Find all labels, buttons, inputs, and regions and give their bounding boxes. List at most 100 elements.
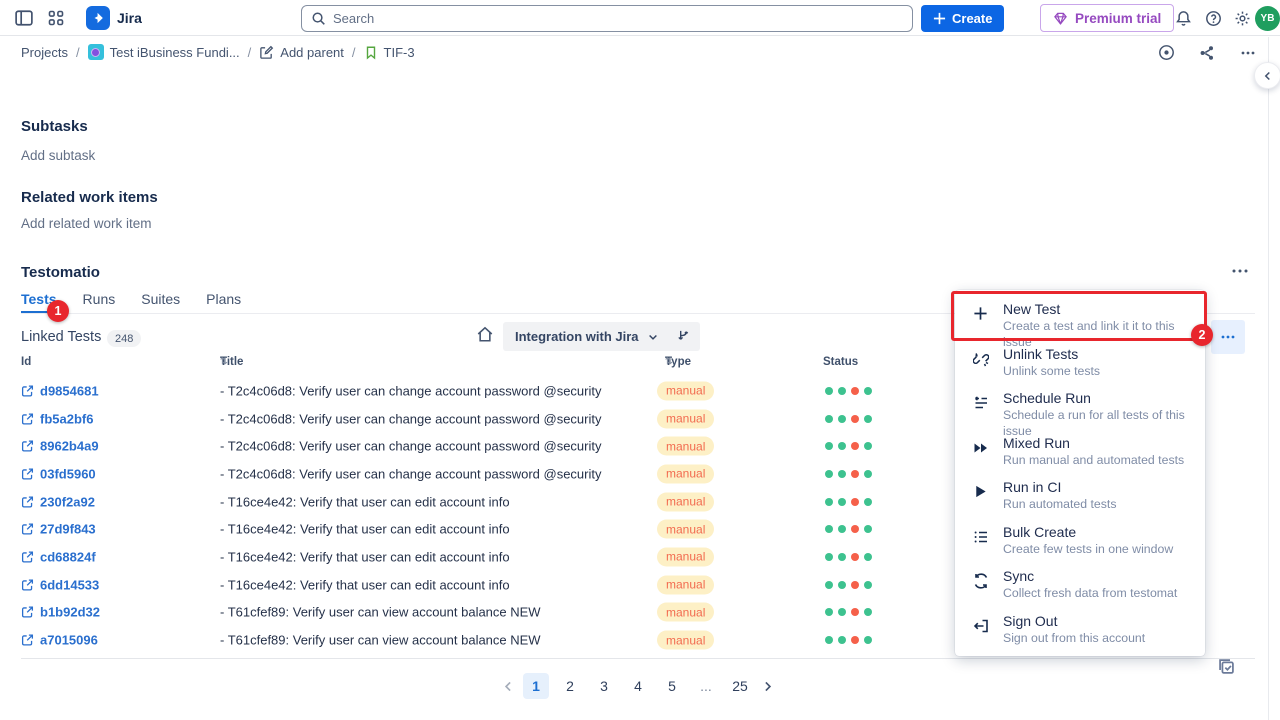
test-title: - T2c4c06d8: Verify user can change acco… <box>220 466 602 481</box>
menu-item-sign-out[interactable]: Sign Out Sign out from this account <box>955 607 1205 652</box>
menu-item-sync[interactable]: Sync Collect fresh data from testomat <box>955 562 1205 607</box>
next-page-icon[interactable] <box>761 680 774 693</box>
breadcrumb-projects[interactable]: Projects <box>21 45 68 60</box>
menu-item-new-test[interactable]: New Test Create a test and link it it to… <box>955 295 1205 340</box>
branch-icon[interactable] <box>666 322 700 351</box>
page-button-3[interactable]: 3 <box>591 673 617 699</box>
settings-gear-icon[interactable] <box>1231 8 1253 28</box>
test-status-dots <box>825 387 872 395</box>
plus-icon <box>933 12 946 25</box>
test-link[interactable]: fb5a2bf6 <box>21 411 93 426</box>
menu-item-mixed-run[interactable]: Mixed Run Run manual and automated tests <box>955 429 1205 474</box>
notifications-bell-icon[interactable] <box>1172 8 1194 28</box>
test-title: - T16ce4e42: Verify that user can edit a… <box>220 549 510 564</box>
test-link[interactable]: 230f2a92 <box>21 494 95 509</box>
test-title: - T61cfef89: Verify user can view accoun… <box>220 633 541 648</box>
tab-suites[interactable]: Suites <box>141 291 180 313</box>
menu-item-unlink-tests[interactable]: Unlink Tests Unlink some tests <box>955 340 1205 385</box>
external-link-icon <box>21 412 34 425</box>
sort-icon: ⇅ <box>665 356 673 367</box>
bulk-select-icon[interactable] <box>1216 656 1237 677</box>
test-id: 6dd14533 <box>40 577 99 592</box>
page-button-5[interactable]: 5 <box>659 673 685 699</box>
test-link[interactable]: 6dd14533 <box>21 577 99 592</box>
test-link[interactable]: cd68824f <box>21 549 96 564</box>
menu-item-subtitle: Sign out from this account <box>1003 630 1191 646</box>
prev-page-icon[interactable] <box>502 680 515 693</box>
test-link[interactable]: 8962b4a9 <box>21 439 99 454</box>
premium-trial-button[interactable]: Premium trial <box>1040 4 1174 32</box>
external-link-icon <box>21 578 34 591</box>
test-type: manual <box>657 631 714 650</box>
test-link[interactable]: b1b92d32 <box>21 605 100 620</box>
create-button[interactable]: Create <box>921 5 1004 32</box>
jira-logo-icon[interactable] <box>86 6 110 30</box>
test-id: a7015096 <box>40 633 98 648</box>
test-link[interactable]: d9854681 <box>21 383 99 398</box>
share-icon[interactable] <box>1193 40 1221 65</box>
test-type: manual <box>657 492 714 511</box>
page-button-2[interactable]: 2 <box>557 673 583 699</box>
edit-icon <box>259 45 274 60</box>
test-type: manual <box>657 437 714 456</box>
menu-item-schedule-run[interactable]: Schedule Run Schedule a run for all test… <box>955 384 1205 429</box>
page-ellipsis[interactable]: ... <box>693 673 719 699</box>
bookmark-icon <box>364 45 378 60</box>
collapse-panel-button[interactable] <box>1254 62 1280 89</box>
user-avatar[interactable]: YB <box>1255 6 1280 31</box>
panel-divider <box>1268 37 1269 720</box>
test-type: manual <box>657 603 714 622</box>
home-icon[interactable] <box>476 325 494 343</box>
menu-item-run-in-ci[interactable]: Run in CI Run automated tests <box>955 473 1205 518</box>
menu-item-subtitle: Run automated tests <box>1003 496 1191 512</box>
breadcrumb-project[interactable]: Test iBusiness Fundi... <box>88 44 240 60</box>
external-link-icon <box>21 550 34 563</box>
related-work-items-heading: Related work items <box>21 189 158 206</box>
search-input[interactable] <box>333 11 903 26</box>
test-id: 230f2a92 <box>40 494 95 509</box>
testomatio-more-icon[interactable] <box>1228 263 1252 279</box>
app-title: Jira <box>117 10 142 26</box>
page-button-25[interactable]: 25 <box>727 673 753 699</box>
breadcrumb-issue-key[interactable]: TIF-3 <box>364 45 415 60</box>
test-status-dots <box>825 608 872 616</box>
test-id: d9854681 <box>40 383 99 398</box>
linked-tests-more-button[interactable] <box>1211 320 1245 354</box>
menu-item-bulk-create[interactable]: Bulk Create Create few tests in one wind… <box>955 518 1205 563</box>
issue-more-icon[interactable] <box>1234 40 1262 65</box>
testomatio-actions-menu: New Test Create a test and link it it to… <box>955 290 1205 656</box>
page-button-1[interactable]: 1 <box>523 673 549 699</box>
tab-plans[interactable]: Plans <box>206 291 241 313</box>
test-link[interactable]: 27d9f843 <box>21 522 96 537</box>
test-type: manual <box>657 520 714 539</box>
filter-dropdown[interactable]: Integration with Jira <box>503 322 671 351</box>
page-button-4[interactable]: 4 <box>625 673 651 699</box>
add-parent-button[interactable]: Add parent <box>259 45 344 60</box>
search-bar[interactable] <box>301 5 913 32</box>
breadcrumb-separator: / <box>248 45 252 60</box>
external-link-icon <box>21 523 34 536</box>
test-link[interactable]: a7015096 <box>21 633 98 648</box>
sidebar-toggle-icon[interactable] <box>12 8 36 28</box>
search-icon <box>311 11 326 26</box>
test-type: manual <box>657 547 714 566</box>
add-related-work-item-button[interactable]: Add related work item <box>21 216 152 231</box>
tab-runs[interactable]: Runs <box>83 291 116 313</box>
help-icon[interactable] <box>1202 8 1224 28</box>
test-title: - T61cfef89: Verify user can view accoun… <box>220 605 541 620</box>
watch-eye-icon[interactable] <box>1152 40 1180 65</box>
add-subtask-button[interactable]: Add subtask <box>21 148 95 163</box>
external-link-icon <box>21 606 34 619</box>
test-link[interactable]: 03fd5960 <box>21 466 96 481</box>
filter-dropdown-label: Integration with Jira <box>515 329 639 344</box>
app-switcher-icon[interactable] <box>45 8 67 28</box>
sort-icon: ⇅ <box>220 356 228 367</box>
test-status-dots <box>825 636 872 644</box>
breadcrumb-separator: / <box>352 45 356 60</box>
test-title: - T16ce4e42: Verify that user can edit a… <box>220 494 510 509</box>
table-bottom-divider <box>21 658 1255 659</box>
sync-icon <box>973 573 989 589</box>
test-title: - T16ce4e42: Verify that user can edit a… <box>220 577 510 592</box>
fast-forward-icon <box>973 440 989 456</box>
test-status-dots <box>825 581 872 589</box>
